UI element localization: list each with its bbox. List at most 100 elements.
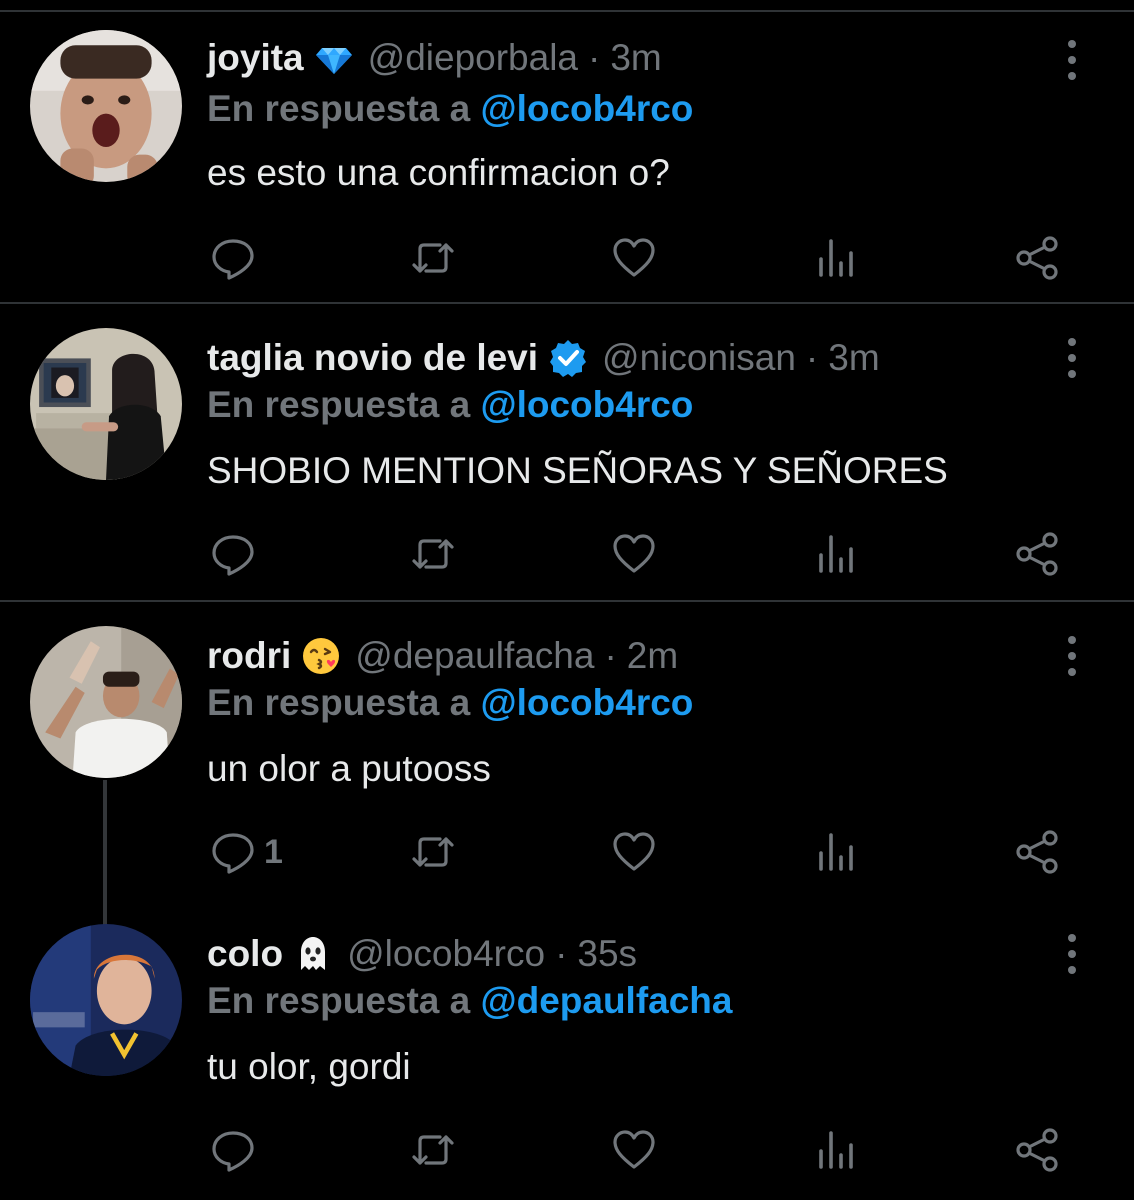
avatar[interactable] [30,924,182,1076]
reply-context: En respuesta a @locob4rco [207,88,693,130]
like-button[interactable] [611,532,657,576]
verified-badge-icon [548,338,588,378]
reply-prefix: En respuesta a [207,682,471,723]
tweet-text: tu olor, gordi [207,1046,411,1087]
user-handle[interactable]: @dieporbala [368,37,578,79]
analytics-icon [819,239,853,277]
analytics-icon [819,833,853,871]
reply-icon [212,833,254,874]
separator-dot: · [588,37,601,78]
tweet-actions [0,236,1134,280]
more-options-icon[interactable] [1062,40,1082,80]
share-icon [1016,830,1058,874]
retweet-button[interactable] [410,532,456,576]
reply-button[interactable] [210,236,264,280]
analytics-icon [819,1131,853,1169]
analytics-icon [819,535,853,573]
reply-context: En respuesta a @depaulfacha [207,980,733,1022]
tweet-text: un olor a putooss [207,748,491,789]
user-handle[interactable]: @locob4rco [347,933,545,975]
reply-button[interactable] [210,1128,264,1172]
tweet-text: SHOBIO MENTION SEÑORAS Y SEÑORES [207,450,948,491]
avatar-photo [30,30,182,182]
display-name[interactable]: rodri [207,635,291,677]
views-button[interactable] [813,1128,859,1172]
retweet-icon [412,837,454,867]
gem-icon [314,38,354,78]
tweet[interactable]: taglia novio de levi @niconisan · 3m En … [0,304,1134,602]
reply-icon [212,1131,254,1172]
tweet[interactable]: joyita @dieporbala · 3m En respuesta a @… [0,12,1134,304]
tweet-header: rodri @depaulfacha · 2m [207,634,678,678]
timestamp[interactable]: 3m [828,337,879,379]
tweet-text: es esto una confirmacion o? [207,152,670,193]
tweet-actions: 1 [0,830,1134,874]
user-handle[interactable]: @depaulfacha [355,635,594,677]
tweet-header: colo @locob4rco · 35s [207,932,637,976]
share-button[interactable] [1014,830,1060,874]
heart-icon [613,832,655,871]
more-options-icon[interactable] [1062,338,1082,378]
heart-icon [613,238,655,277]
heart-icon [613,1130,655,1169]
share-icon [1016,532,1058,576]
avatar[interactable] [30,328,182,480]
ghost-icon [293,934,333,974]
share-icon [1016,1128,1058,1172]
reply-button[interactable]: 1 [210,830,283,874]
share-icon [1016,236,1058,280]
retweet-button[interactable] [410,1128,456,1172]
heart-icon [613,534,655,573]
reply-icon [212,535,254,576]
avatar[interactable] [30,30,182,182]
share-button[interactable] [1014,236,1060,280]
reply-context: En respuesta a @locob4rco [207,384,693,426]
avatar[interactable] [30,626,182,778]
tweet-header: joyita @dieporbala · 3m [207,36,662,80]
tweet-actions [0,532,1134,576]
separator-dot: · [805,337,819,378]
retweet-icon [412,539,454,569]
reply-count: 1 [264,832,283,871]
kiss-face-icon [301,636,341,676]
tweet[interactable]: colo @locob4rco · 35s En respuesta a @de… [0,900,1134,1200]
avatar-photo [30,924,182,1076]
retweet-icon [412,243,454,273]
views-button[interactable] [813,830,859,874]
reply-mention-link[interactable]: @locob4rco [481,384,694,425]
more-options-icon[interactable] [1062,934,1082,974]
separator-dot: · [555,933,568,974]
reply-mention-link[interactable]: @locob4rco [481,682,694,723]
tweet-actions [0,1128,1134,1172]
reply-prefix: En respuesta a [207,980,471,1021]
display-name[interactable]: taglia novio de levi [207,337,538,379]
views-button[interactable] [813,236,859,280]
timestamp[interactable]: 2m [627,635,678,677]
reply-icon [212,239,254,280]
display-name[interactable]: joyita [207,37,304,79]
avatar-photo [30,626,182,778]
more-options-icon[interactable] [1062,636,1082,676]
user-handle[interactable]: @niconisan [602,337,796,379]
retweet-button[interactable] [410,236,456,280]
share-button[interactable] [1014,1128,1060,1172]
like-button[interactable] [611,1128,657,1172]
display-name[interactable]: colo [207,933,283,975]
reply-button[interactable] [210,532,264,576]
share-button[interactable] [1014,532,1060,576]
retweet-button[interactable] [410,830,456,874]
retweet-icon [412,1135,454,1165]
avatar-photo [30,328,182,480]
views-button[interactable] [813,532,859,576]
like-button[interactable] [611,236,657,280]
reply-mention-link[interactable]: @depaulfacha [481,980,733,1021]
like-button[interactable] [611,830,657,874]
separator-dot: · [604,635,617,676]
tweet[interactable]: rodri @depaulfacha · 2m En respuesta a @… [0,602,1134,902]
timestamp[interactable]: 35s [577,933,637,975]
timestamp[interactable]: 3m [610,37,661,79]
tweet-header: taglia novio de levi @niconisan · 3m [207,336,880,380]
reply-prefix: En respuesta a [207,88,471,129]
reply-mention-link[interactable]: @locob4rco [481,88,694,129]
reply-prefix: En respuesta a [207,384,471,425]
